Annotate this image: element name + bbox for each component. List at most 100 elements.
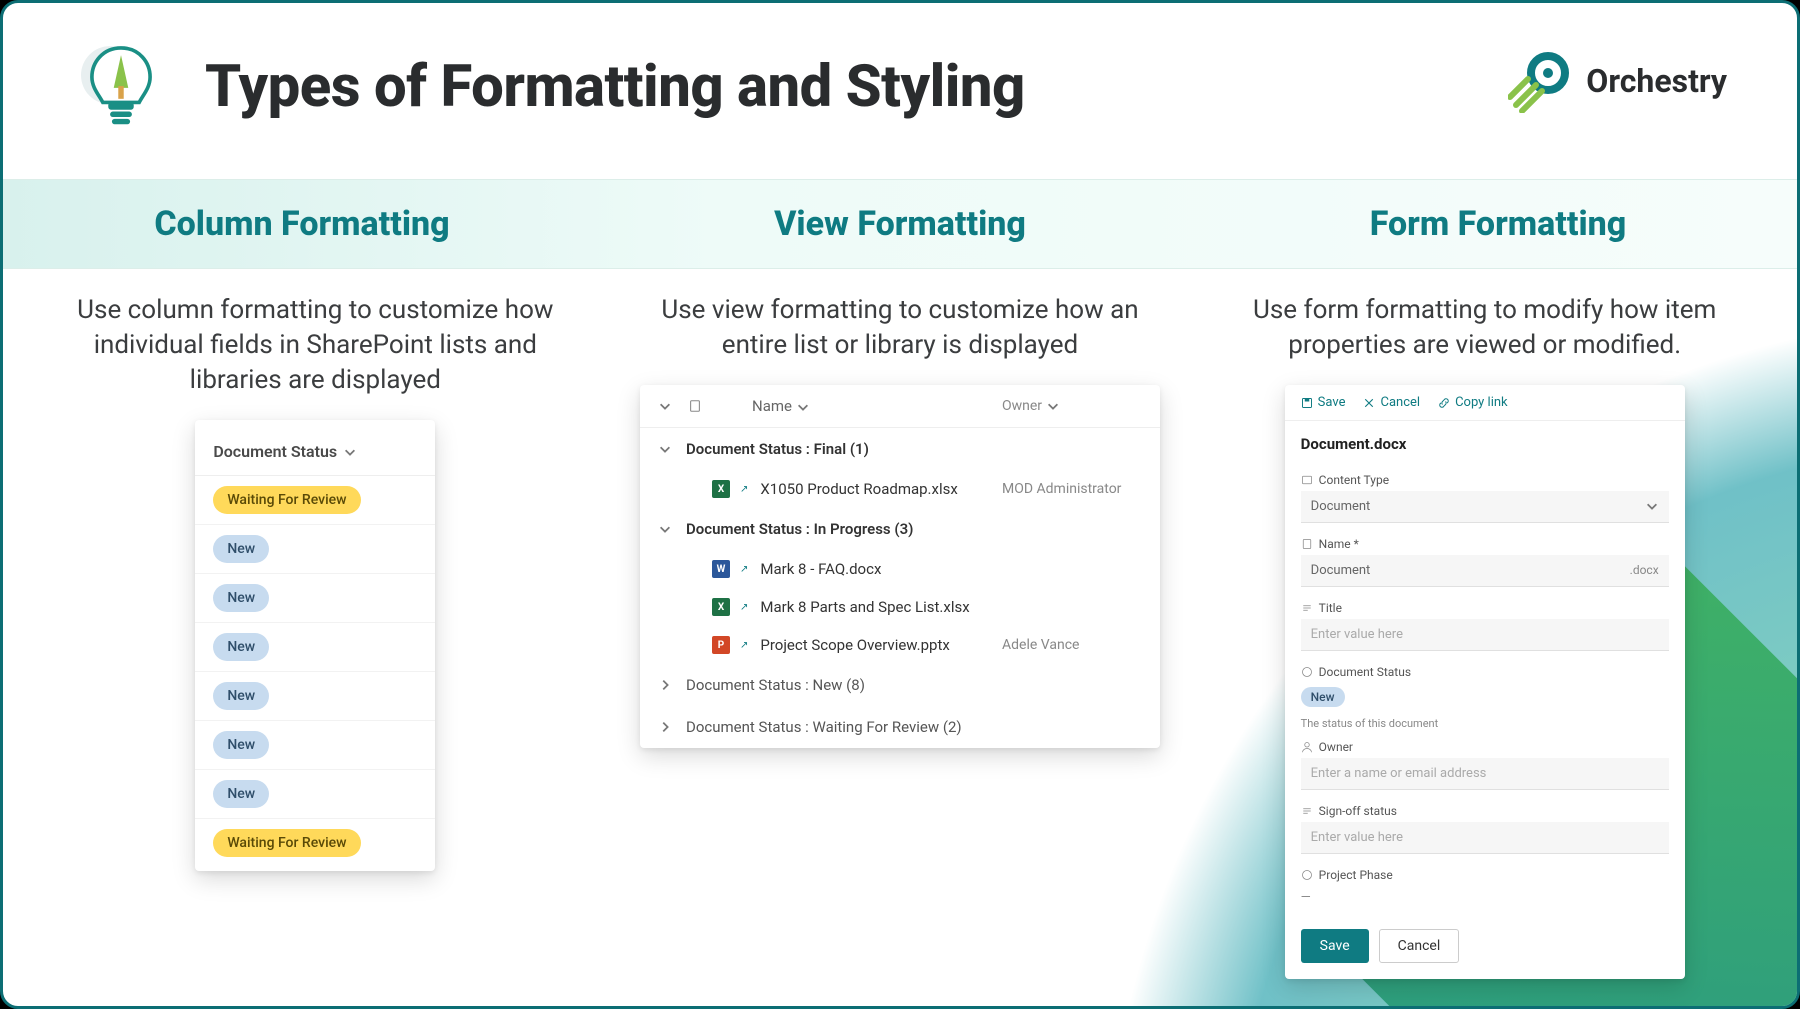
save-icon	[1301, 397, 1313, 409]
slide: Types of Formatting and Styling Orchestr…	[0, 0, 1800, 1009]
link-icon	[1438, 397, 1450, 409]
status-pill: New	[213, 682, 269, 710]
lightbulb-icon	[73, 37, 169, 137]
text-icon	[1301, 805, 1313, 817]
field-label: Name *	[1319, 537, 1359, 551]
view-group-label: Document Status : In Progress (3)	[686, 520, 913, 538]
name-input[interactable]: Document .docx	[1301, 555, 1669, 587]
tab-form-formatting: Form Formatting	[1199, 180, 1797, 268]
title-input[interactable]: Enter value here	[1301, 619, 1669, 651]
status-pill: Waiting For Review	[213, 829, 360, 857]
phase-value[interactable]: —	[1301, 886, 1669, 909]
name-value: Document	[1311, 563, 1371, 578]
status-pill: New	[213, 633, 269, 661]
form-buttons: Save Cancel	[1285, 913, 1685, 979]
view-group-label: Document Status : Final (1)	[686, 440, 869, 458]
view-desc: Use view formatting to customize how an …	[660, 293, 1140, 363]
form-cancel-label: Cancel	[1380, 395, 1420, 410]
file-name: Mark 8 Parts and Spec List.xlsx	[760, 598, 992, 616]
cancel-button[interactable]: Cancel	[1379, 929, 1460, 963]
share-indicator-icon: ↗	[740, 602, 748, 613]
field-label: Sign-off status	[1319, 804, 1397, 818]
ppt-file-icon: P	[712, 636, 730, 654]
chevron-down-icon	[1645, 499, 1659, 513]
chevron-down-icon	[796, 400, 810, 414]
view-group-label: Document Status : New (8)	[686, 676, 865, 694]
status-pill: New	[1301, 687, 1345, 707]
form-copy-action[interactable]: Copy link	[1438, 395, 1508, 410]
view-col-name[interactable]: Name	[752, 397, 986, 415]
status-note: The status of this document	[1285, 715, 1685, 730]
chevron-down-icon	[1046, 399, 1060, 413]
xls-file-icon: X	[712, 598, 730, 616]
view-col-owner-label: Owner	[1002, 398, 1042, 414]
column-header[interactable]: Document Status	[195, 430, 435, 476]
tag-icon	[1301, 474, 1313, 486]
form-cancel-action[interactable]: Cancel	[1363, 395, 1420, 410]
brand-logo: Orchestry	[1508, 49, 1727, 113]
chevron-down-icon	[658, 442, 672, 456]
chevron-right-icon	[658, 720, 672, 734]
field-label: Project Phase	[1319, 868, 1393, 882]
form-formatting-col: Use form formatting to modify how item p…	[1202, 293, 1767, 979]
view-col-name-label: Name	[752, 397, 792, 415]
field-signoff: Sign-off status Enter value here	[1285, 794, 1685, 858]
form-doc-title: Document.docx	[1285, 421, 1685, 463]
view-group-header[interactable]: Document Status : Waiting For Review (2)	[640, 706, 1160, 748]
form-formatting-card: Save Cancel Copy link Document.docx Cont…	[1285, 385, 1685, 979]
save-button[interactable]: Save	[1301, 929, 1369, 963]
column-formatting-card: Document Status Waiting For Review New New…	[195, 420, 435, 871]
form-save-action[interactable]: Save	[1301, 395, 1346, 410]
name-suffix: .docx	[1630, 563, 1659, 577]
person-icon	[1301, 741, 1313, 753]
owner-input[interactable]: Enter a name or email address	[1301, 758, 1669, 790]
xls-file-icon: X	[712, 480, 730, 498]
share-indicator-icon: ↗	[740, 484, 748, 495]
status-icon	[1301, 869, 1313, 881]
column-status-row: Waiting For Review	[195, 476, 435, 525]
view-group-header[interactable]: Document Status : New (8)	[640, 664, 1160, 706]
view-file-row[interactable]: X ↗ Mark 8 Parts and Spec List.xlsx	[640, 588, 1160, 626]
field-content-type: Content Type Document	[1285, 463, 1685, 527]
share-indicator-icon: ↗	[740, 640, 748, 651]
content-type-value: Document	[1311, 499, 1371, 514]
view-file-row[interactable]: W↗Mark 8 - FAQ.docx	[640, 550, 1160, 588]
column-desc: Use column formatting to customize how i…	[75, 293, 555, 398]
view-file-row[interactable]: X ↗ X1050 Product Roadmap.xlsx MOD Administ…	[640, 470, 1160, 508]
column-status-row: New	[195, 623, 435, 672]
status-pill: New	[213, 535, 269, 563]
file-name: X1050 Product Roadmap.xlsx	[760, 480, 992, 498]
field-project-phase: Project Phase —	[1285, 858, 1685, 913]
form-desc: Use form formatting to modify how item p…	[1245, 293, 1725, 363]
field-label: Document Status	[1319, 665, 1411, 679]
content-type-select[interactable]: Document	[1301, 491, 1669, 523]
slide-header: Types of Formatting and Styling Orchestr…	[3, 3, 1797, 179]
chevron-down-icon	[343, 445, 357, 459]
field-owner: Owner Enter a name or email address	[1285, 730, 1685, 794]
column-status-row: Waiting For Review	[195, 819, 435, 867]
status-value-wrap[interactable]: New	[1301, 683, 1669, 711]
file-icon	[688, 399, 702, 413]
view-col-owner[interactable]: Owner	[1002, 398, 1142, 414]
brand-name: Orchestry	[1586, 62, 1727, 100]
tab-column-formatting: Column Formatting	[3, 180, 601, 268]
section-tabs: Column Formatting View Formatting Form F…	[3, 179, 1797, 269]
view-group-header[interactable]: Document Status : In Progress (3)	[640, 508, 1160, 550]
share-indicator-icon: ↗	[740, 564, 748, 575]
status-pill: Waiting For Review	[213, 486, 360, 514]
status-pill: New	[213, 584, 269, 612]
text-icon	[1301, 602, 1313, 614]
view-group-header[interactable]: Document Status : Final (1)	[640, 428, 1160, 470]
content-row: Use column formatting to customize how i…	[3, 269, 1797, 1009]
status-icon	[1301, 666, 1313, 678]
file-owner: MOD Administrator	[1002, 481, 1142, 497]
view-file-row[interactable]: P↗Project Scope Overview.pptxAdele Vance	[640, 626, 1160, 664]
signoff-input[interactable]: Enter value here	[1301, 822, 1669, 854]
chevron-down-icon[interactable]	[658, 399, 672, 413]
column-status-row: New	[195, 770, 435, 819]
field-label: Title	[1319, 601, 1342, 615]
page-title: Types of Formatting and Styling	[205, 53, 1025, 121]
file-name: Project Scope Overview.pptx	[760, 636, 992, 654]
column-formatting-col: Use column formatting to customize how i…	[33, 293, 598, 979]
doc-file-icon: W	[712, 560, 730, 578]
